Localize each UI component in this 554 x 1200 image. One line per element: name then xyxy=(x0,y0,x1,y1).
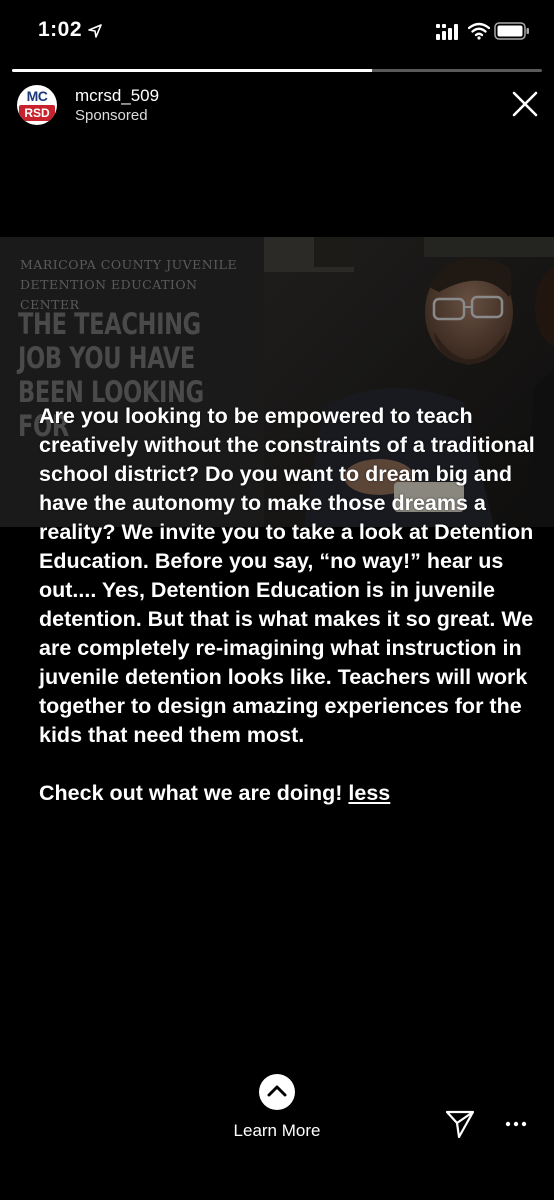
account-username[interactable]: mcrsd_509 xyxy=(75,86,159,106)
avatar-logo-mc: MC xyxy=(26,88,48,104)
send-icon[interactable] xyxy=(444,1108,476,1140)
ad-org-name: MARICOPA COUNTY JUVENILE DETENTION EDUCA… xyxy=(20,257,238,312)
less-link[interactable]: less xyxy=(348,781,390,805)
close-icon[interactable] xyxy=(510,89,540,119)
chevron-up-icon xyxy=(267,1085,287,1097)
caption-text: Are you looking to be empowered to teach… xyxy=(39,404,535,747)
status-time: 1:02 xyxy=(38,18,83,41)
learn-more-label: Learn More xyxy=(233,1121,321,1140)
swipe-up-icon-bg xyxy=(259,1074,295,1110)
more-options-icon[interactable] xyxy=(504,1114,528,1134)
caption-cta-text: Check out what we are doing! xyxy=(39,781,343,805)
story-progress-fill xyxy=(12,69,373,72)
location-arrow-icon xyxy=(88,24,102,38)
signal-icon xyxy=(436,24,458,40)
wifi-icon xyxy=(468,22,490,40)
story-progress-bar xyxy=(12,69,542,72)
learn-more-button[interactable]: Learn More xyxy=(226,1074,328,1154)
avatar[interactable]: MC RSD xyxy=(17,85,57,125)
caption-cta: Check out what we are doing! less xyxy=(39,779,539,808)
status-bar: 1:02 xyxy=(0,0,554,66)
avatar-logo-rsd: RSD xyxy=(19,105,55,121)
battery-icon xyxy=(494,22,529,40)
sponsored-label: Sponsored xyxy=(75,107,148,124)
ad-caption: Are you looking to be empowered to teach… xyxy=(39,402,539,808)
